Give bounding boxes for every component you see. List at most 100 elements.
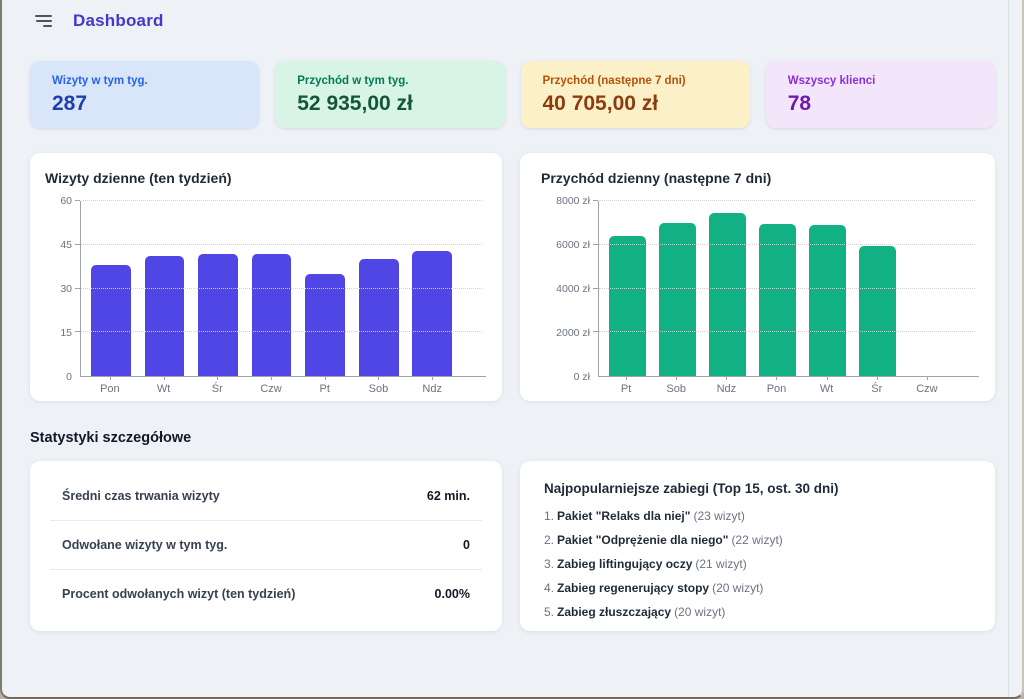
y-axis-tick-label: 15: [60, 327, 72, 339]
stat-row-cancel-percent: Procent odwołanych wizyt (ten tydzień) 0…: [50, 570, 482, 618]
item-name: Zabieg regenerujący stopy: [557, 581, 709, 595]
plot-area: [80, 201, 486, 377]
gridline: [81, 244, 482, 245]
item-rank: 3.: [544, 557, 554, 571]
stat-card-all-clients: Wszyscy klienci 78: [766, 61, 995, 128]
gridline: [81, 331, 482, 332]
y-axis-tick-label: 30: [60, 283, 72, 295]
stat-label: Wizyty w tym tyg.: [52, 75, 237, 87]
item-name: Zabieg liftingujący oczy: [557, 557, 692, 571]
x-axis-label: Ndz: [701, 377, 751, 395]
details-section-title: Statystyki szczegółowe: [30, 430, 1022, 446]
item-rank: 5.: [544, 605, 554, 619]
bar-column: [405, 201, 459, 376]
charts-row: Wizyty dzienne (ten tydzień) 604530150 P…: [30, 153, 995, 401]
x-axis-label: Sob: [352, 377, 406, 395]
item-rank: 1.: [544, 509, 554, 523]
bar-column: [602, 201, 652, 376]
chart-title: Wizyty dzienne (ten tydzień): [45, 170, 486, 186]
x-axis-label: Ndz: [405, 377, 459, 395]
x-axis: PonWtŚrCzwPtSobNdz: [80, 377, 462, 395]
bar-Śr: [859, 246, 896, 376]
daily-visits-bar-chart: 604530150 PonWtŚrCzwPtSobNdz: [44, 201, 486, 395]
x-axis-label: Pt: [601, 377, 651, 395]
right-edge-divider: [1008, 0, 1009, 697]
stat-label: Przychód w tym tyg.: [297, 75, 482, 87]
page-title: Dashboard: [73, 11, 164, 31]
bar-column: [902, 201, 952, 376]
x-axis-label: Śr: [190, 377, 244, 395]
bar-column: [84, 201, 138, 376]
bar-Sob: [659, 223, 696, 376]
bar-column: [191, 201, 245, 376]
plot-area: [598, 201, 979, 377]
item-name: Zabieg złuszczający: [557, 605, 671, 619]
y-axis: 8000 zł6000 zł4000 zł2000 zł0 zł: [540, 201, 598, 377]
gridline: [599, 331, 975, 332]
bar-column: [752, 201, 802, 376]
y-axis-tick-label: 0 zł: [574, 371, 590, 383]
header: Dashboard: [2, 0, 1022, 31]
stat-row-value: 0.00%: [435, 587, 470, 601]
item-rank: 4.: [544, 581, 554, 595]
bar-column: [802, 201, 852, 376]
y-axis: 604530150: [44, 201, 80, 377]
daily-revenue-bar-chart: 8000 zł6000 zł4000 zł2000 zł0 zł PtSobNd…: [540, 201, 979, 395]
stat-value: 287: [52, 92, 237, 116]
bar-column: [702, 201, 752, 376]
item-count: (22 wizyt): [731, 533, 782, 547]
dashboard-window: Dashboard Wizyty w tym tyg. 287 Przychód…: [0, 0, 1024, 699]
list-item: 4.Zabieg regenerujący stopy(20 wizyt): [544, 581, 971, 595]
top-treatments-card: Najpopularniejsze zabiegi (Top 15, ost. …: [520, 461, 995, 631]
stat-label: Przychód (następne 7 dni): [543, 75, 728, 87]
gridline: [599, 288, 975, 289]
bar-Pon: [759, 224, 796, 376]
hamburger-menu-icon[interactable]: [35, 13, 52, 29]
stat-row-value: 62 min.: [427, 489, 470, 503]
x-axis-label: Wt: [802, 377, 852, 395]
item-count: (20 wizyt): [712, 581, 763, 595]
details-row: Średni czas trwania wizyty 62 min. Odwoł…: [30, 461, 995, 631]
stat-row-cancelled: Odwołane wizyty w tym tyg. 0: [50, 521, 482, 570]
bar-Pon: [91, 265, 131, 376]
list-item: 2.Pakiet "Odprężenie dla niego"(22 wizyt…: [544, 533, 971, 547]
y-axis-tick-label: 2000 zł: [556, 327, 590, 339]
y-axis-tick-label: 4000 zł: [556, 283, 590, 295]
gridline: [81, 288, 482, 289]
list-item: 5.Zabieg złuszczający(20 wizyt): [544, 605, 971, 619]
x-axis-label: Pon: [751, 377, 801, 395]
item-count: (20 wizyt): [674, 605, 725, 619]
bar-column: [245, 201, 299, 376]
bar-column: [652, 201, 702, 376]
bar-Ndz: [709, 213, 746, 376]
stat-row-avg-duration: Średni czas trwania wizyty 62 min.: [50, 472, 482, 521]
detailed-stats-card: Średni czas trwania wizyty 62 min. Odwoł…: [30, 461, 502, 631]
stat-row-label: Procent odwołanych wizyt (ten tydzień): [62, 587, 295, 601]
y-axis-tick-label: 45: [60, 239, 72, 251]
bar-column: [852, 201, 902, 376]
chart-title: Przychód dzienny (następne 7 dni): [541, 170, 979, 186]
gridline: [81, 200, 482, 201]
y-axis-tick-label: 6000 zł: [556, 239, 590, 251]
stat-row-label: Odwołane wizyty w tym tyg.: [62, 538, 227, 552]
stat-row-label: Średni czas trwania wizyty: [62, 489, 220, 503]
x-axis-label: Pon: [83, 377, 137, 395]
list-item: 1.Pakiet "Relaks dla niej"(23 wizyt): [544, 509, 971, 523]
bar-Sob: [359, 259, 399, 376]
list-item: 3.Zabieg liftingujący oczy(21 wizyt): [544, 557, 971, 571]
stat-cards-row: Wizyty w tym tyg. 287 Przychód w tym tyg…: [30, 61, 995, 128]
x-axis-label: Pt: [298, 377, 352, 395]
item-count: (23 wizyt): [693, 509, 744, 523]
stat-value: 40 705,00 zł: [543, 92, 728, 116]
y-axis-tick-label: 8000 zł: [556, 195, 590, 207]
x-axis-label: Wt: [137, 377, 191, 395]
bar-Pt: [609, 236, 646, 376]
stat-row-value: 0: [463, 538, 470, 552]
bar-Czw: [252, 254, 292, 377]
top-treatments-title: Najpopularniejsze zabiegi (Top 15, ost. …: [544, 481, 971, 496]
bar-column: [298, 201, 352, 376]
item-count: (21 wizyt): [695, 557, 746, 571]
item-rank: 2.: [544, 533, 554, 547]
stat-card-revenue-next7: Przychód (następne 7 dni) 40 705,00 zł: [521, 61, 750, 128]
bar-Śr: [198, 254, 238, 377]
